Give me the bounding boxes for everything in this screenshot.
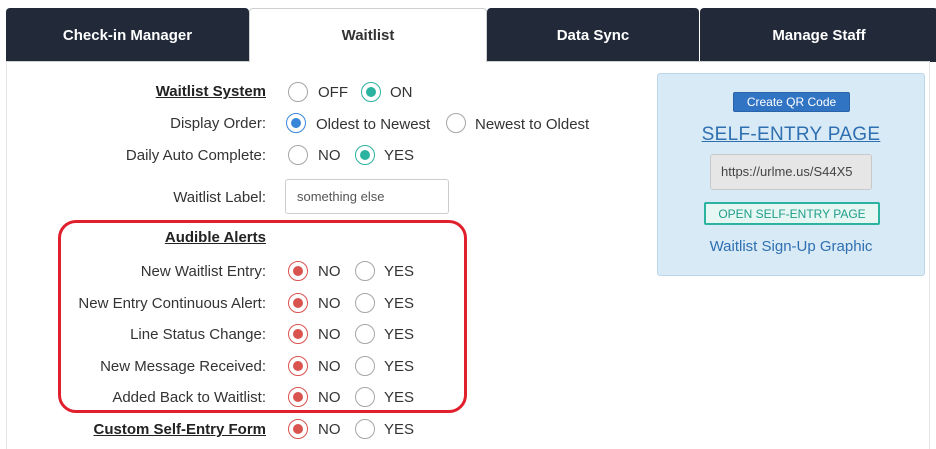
daily-auto-complete-label: Daily Auto Complete: <box>125 147 266 164</box>
tab-waitlist[interactable]: Waitlist <box>249 8 487 62</box>
open-self-entry-page-button[interactable]: OPEN SELF-ENTRY PAGE <box>704 202 880 225</box>
custom-form-no-radio[interactable] <box>288 419 308 439</box>
display-order-oldest-label: Oldest to Newest <box>316 116 431 133</box>
daily-auto-complete-yes-radio[interactable] <box>355 145 375 165</box>
daily-auto-complete-yes-label: YES <box>384 147 415 164</box>
alert-new-message-yes-label: YES <box>384 358 415 375</box>
tab-data-sync[interactable]: Data Sync <box>487 8 699 62</box>
alert-new-message-yes-radio[interactable] <box>355 356 375 376</box>
daily-auto-complete-no-label: NO <box>318 147 341 164</box>
alert-added-back-no-label: NO <box>318 389 341 406</box>
audible-alerts-highlight <box>58 220 467 413</box>
tab-divider <box>487 61 930 62</box>
alert-new-message-label: New Message Received: <box>100 358 266 375</box>
alert-line-status-no-radio[interactable] <box>288 324 308 344</box>
alert-continuous-yes-radio[interactable] <box>355 293 375 313</box>
alert-new-waitlist-entry-yes-radio[interactable] <box>355 261 375 281</box>
tab-check-in-manager[interactable]: Check-in Manager <box>6 8 249 62</box>
waitlist-system-label: Waitlist System <box>155 83 266 100</box>
tab-bar: Check-in Manager Waitlist Data Sync Mana… <box>0 0 936 62</box>
display-order-newest-label: Newest to Oldest <box>475 116 590 133</box>
custom-form-no-label: NO <box>318 421 341 438</box>
display-order-newest-radio[interactable] <box>446 113 466 133</box>
alert-new-waitlist-entry-no-radio[interactable] <box>288 261 308 281</box>
custom-self-entry-form-label: Custom Self-Entry Form <box>93 421 266 438</box>
tab-divider <box>6 61 249 62</box>
alert-line-status-yes-radio[interactable] <box>355 324 375 344</box>
waitlist-system-on-label: ON <box>390 84 413 101</box>
alert-new-waitlist-entry-yes-label: YES <box>384 263 415 280</box>
alert-new-message-no-label: NO <box>318 358 341 375</box>
waitlist-label-label: Waitlist Label: <box>173 189 266 206</box>
daily-auto-complete-no-radio[interactable] <box>288 145 308 165</box>
display-order-oldest-radio[interactable] <box>286 113 306 133</box>
waitlist-system-off-radio[interactable] <box>288 82 308 102</box>
alert-added-back-label: Added Back to Waitlist: <box>112 389 266 406</box>
waitlist-system-on-radio[interactable] <box>361 82 381 102</box>
alert-added-back-no-radio[interactable] <box>288 387 308 407</box>
waitlist-signup-graphic-link[interactable]: Waitlist Sign-Up Graphic <box>657 238 925 255</box>
display-order-label: Display Order: <box>170 115 266 132</box>
alert-line-status-label: Line Status Change: <box>130 326 266 343</box>
alert-continuous-label: New Entry Continuous Alert: <box>78 295 266 312</box>
content-border-left <box>6 61 7 449</box>
alert-line-status-no-label: NO <box>318 326 341 343</box>
alert-new-waitlist-entry-no-label: NO <box>318 263 341 280</box>
alert-new-waitlist-entry-label: New Waitlist Entry: <box>140 263 266 280</box>
custom-form-yes-label: YES <box>384 421 415 438</box>
audible-alerts-heading: Audible Alerts <box>164 229 266 246</box>
alert-new-message-no-radio[interactable] <box>288 356 308 376</box>
create-qr-code-button[interactable]: Create QR Code <box>733 92 850 112</box>
waitlist-label-input[interactable]: something else <box>285 179 449 214</box>
self-entry-url-field[interactable]: https://urlme.us/S44X5 <box>710 154 872 190</box>
tab-manage-staff[interactable]: Manage Staff <box>700 8 936 62</box>
alert-added-back-yes-label: YES <box>384 389 415 406</box>
custom-form-yes-radio[interactable] <box>355 419 375 439</box>
alert-line-status-yes-label: YES <box>384 326 415 343</box>
alert-added-back-yes-radio[interactable] <box>355 387 375 407</box>
alert-continuous-yes-label: YES <box>384 295 415 312</box>
self-entry-page-link[interactable]: SELF-ENTRY PAGE <box>657 124 925 146</box>
waitlist-system-off-label: OFF <box>318 84 348 101</box>
alert-continuous-no-radio[interactable] <box>288 293 308 313</box>
alert-continuous-no-label: NO <box>318 295 341 312</box>
content-border-right <box>929 61 930 449</box>
